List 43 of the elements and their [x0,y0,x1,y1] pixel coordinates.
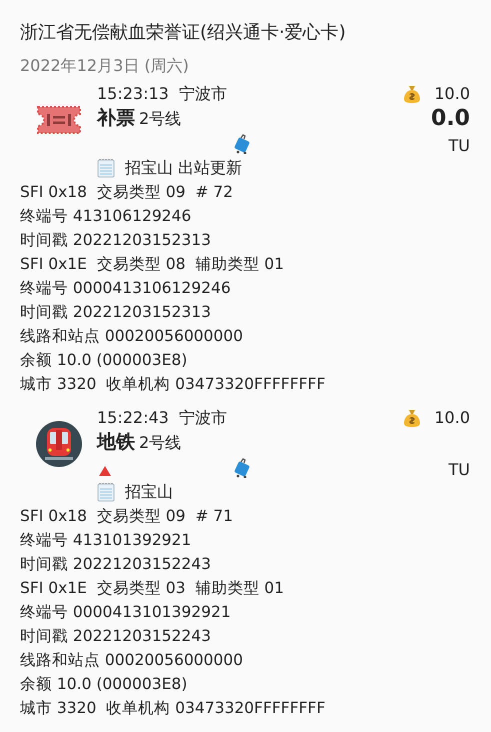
page-title: 浙江省无偿献血荣誉证(绍兴通卡·爱心卡) [20,21,347,45]
money-bag-icon [402,84,422,104]
record-city: 宁波市 [178,407,227,429]
record-time: 15:23:13 [97,83,169,105]
detail-line: 终端号 413106129246 [20,206,192,227]
detail-line: 时间戳 20221203152313 [20,230,212,251]
record-title: 地铁 [97,430,135,455]
balance-amount: 10.0 [434,407,470,429]
record-line: 2号线 [139,432,182,454]
detail-line: 线路和站点 00020056000000 [20,326,244,347]
detail-line: SFI 0x1E 交易类型 03 辅助类型 01 [20,578,285,599]
station-name: 招宝山 出站更新 [125,157,242,179]
detail-line: 余额 10.0 (000003E8) [20,350,188,371]
detail-line: 城市 3320 收单机构 03473320FFFFFFFF [20,374,326,395]
unit-label: TU [448,135,470,157]
unit-label: TU [448,459,470,481]
record-line: 2号线 [139,108,182,130]
detail-line: 终端号 0000413106129246 [20,278,232,299]
date-heading: 2022年12月3日 (周六) [20,55,190,77]
detail-line: 时间戳 20221203152243 [20,554,212,575]
detail-line: 余额 10.0 (000003E8) [20,674,188,695]
record-time: 15:22:43 [97,407,169,429]
fare-amount: 0.0 [431,105,470,133]
record-title: 补票 [97,106,135,131]
detail-line: SFI 0x18 交易类型 09 # 72 [20,182,234,203]
notepad-icon [97,158,115,178]
subway-train-icon [34,420,82,468]
detail-line: 时间戳 20221203152243 [20,626,212,647]
balance-amount: 10.0 [434,83,470,105]
detail-line: SFI 0x1E 交易类型 08 辅助类型 01 [20,254,285,275]
detail-line: 城市 3320 收单机构 03473320FFFFFFFF [20,698,326,719]
detail-line: 线路和站点 00020056000000 [20,650,244,671]
station-name: 招宝山 [125,481,173,503]
detail-line: 终端号 413101392921 [20,530,192,551]
detail-line: SFI 0x18 交易类型 09 # 71 [20,506,234,527]
suitcase-icon [233,458,251,478]
detail-line: 终端号 0000413101392921 [20,602,232,623]
ticket-icon [34,105,82,135]
record-city: 宁波市 [178,83,227,105]
detail-line: 时间戳 20221203152313 [20,302,212,323]
notepad-icon [97,482,115,502]
suitcase-icon [233,134,251,154]
money-bag-icon [402,408,422,428]
